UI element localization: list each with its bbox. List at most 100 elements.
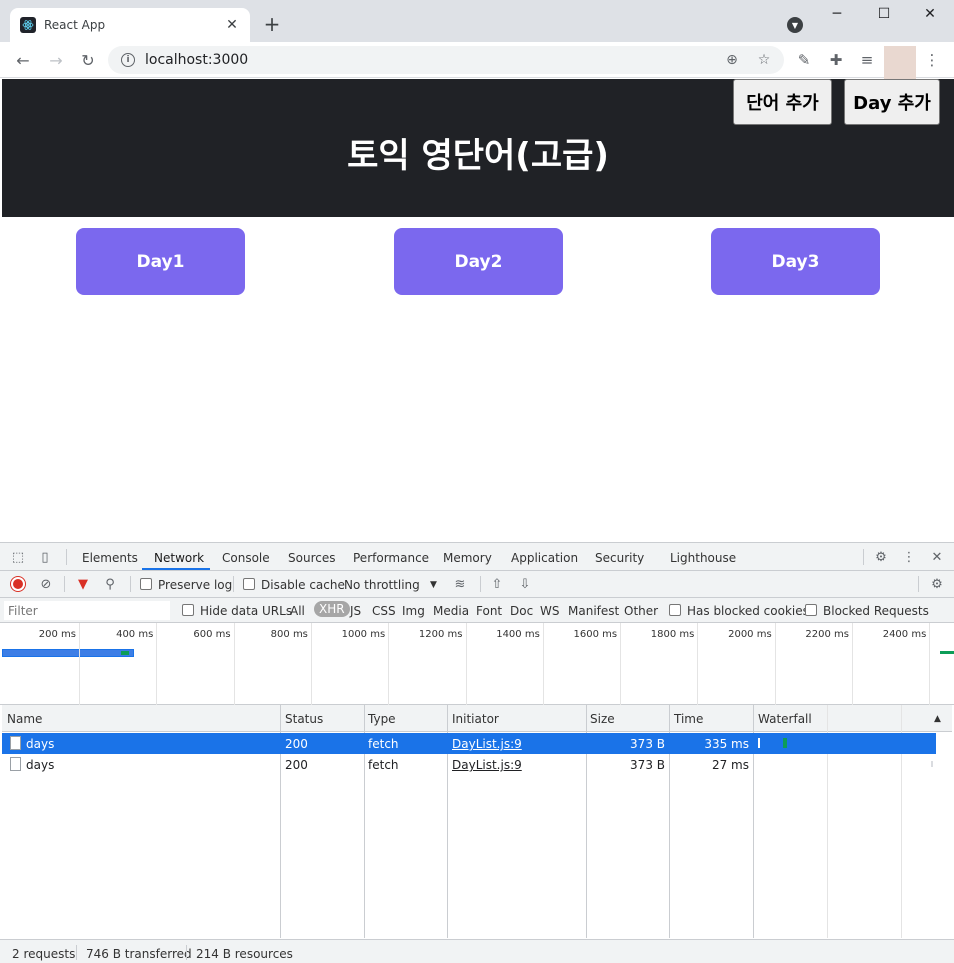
divider xyxy=(76,945,77,960)
overview-request-bar xyxy=(940,651,954,654)
tab-close-icon[interactable]: ✕ xyxy=(224,17,240,33)
new-tab-button[interactable]: + xyxy=(262,14,282,34)
tab-application[interactable]: Application xyxy=(511,551,578,565)
device-toolbar-icon[interactable]: ▯ xyxy=(37,549,53,565)
more-options-icon[interactable]: ⋮ xyxy=(901,549,917,565)
hide-data-urls-checkbox[interactable] xyxy=(182,604,194,616)
info-icon[interactable]: i xyxy=(121,53,135,67)
url-text[interactable]: localhost:3000 xyxy=(145,52,248,68)
search-icon[interactable]: ⚲ xyxy=(102,576,118,592)
browser-toolbar: ← → ↻ i localhost:3000 ⊕ ☆ ✎ ✚ ≡ ⋮ xyxy=(0,42,954,80)
blocked-requests-checkbox[interactable] xyxy=(805,604,817,616)
sort-arrow-icon[interactable]: ▲ xyxy=(934,714,941,724)
blocked-cookies-checkbox[interactable] xyxy=(669,604,681,616)
column-size[interactable]: Size xyxy=(590,712,615,726)
address-bar[interactable]: i localhost:3000 ⊕ ☆ xyxy=(108,46,784,74)
column-time[interactable]: Time xyxy=(674,712,703,726)
tab-elements[interactable]: Elements xyxy=(82,551,138,565)
table-row[interactable]: days 200 fetch DayList.js:9 373 B 27 ms xyxy=(2,754,936,775)
reload-icon[interactable]: ↻ xyxy=(77,49,99,71)
menu-kebab-icon[interactable]: ⋮ xyxy=(922,50,942,70)
column-status[interactable]: Status xyxy=(285,712,323,726)
filter-funnel-icon[interactable]: ▼ xyxy=(75,576,91,592)
blocked-requests-label: Blocked Requests xyxy=(823,604,929,618)
request-initiator-link[interactable]: DayList.js:9 xyxy=(452,737,522,751)
hide-data-urls-label: Hide data URLs xyxy=(200,604,293,618)
type-filter-other[interactable]: Other xyxy=(624,604,658,618)
timeline-tick-label: 1600 ms xyxy=(573,629,618,640)
day-link-1[interactable]: Day1 xyxy=(76,228,245,295)
close-window-button[interactable]: ✕ xyxy=(920,6,940,24)
tab-memory[interactable]: Memory xyxy=(443,551,492,565)
request-name: days xyxy=(26,758,55,772)
resources-size: 214 B resources xyxy=(196,947,293,961)
network-conditions-icon[interactable]: ≋ xyxy=(452,576,468,592)
throttling-select[interactable]: No throttling xyxy=(344,578,420,592)
settings-gear-icon[interactable]: ⚙ xyxy=(873,549,889,565)
add-day-button[interactable]: Day 추가 xyxy=(844,79,940,125)
request-name: days xyxy=(26,737,55,751)
clear-icon[interactable]: ⊘ xyxy=(38,576,54,592)
record-icon[interactable] xyxy=(11,577,25,591)
close-devtools-icon[interactable]: ✕ xyxy=(929,549,945,565)
chevron-down-icon[interactable]: ▼ xyxy=(430,580,437,590)
day-link-2[interactable]: Day2 xyxy=(394,228,563,295)
tab-console[interactable]: Console xyxy=(222,551,270,565)
tab-performance[interactable]: Performance xyxy=(353,551,429,565)
timeline-tick-label: 800 ms xyxy=(270,629,308,640)
table-header: Name Status Type Initiator Size Time Wat… xyxy=(2,705,952,732)
timeline-tick-label: 1400 ms xyxy=(496,629,540,640)
export-har-icon[interactable]: ⇩ xyxy=(517,576,533,592)
page-viewport: 토익 영단어(고급) 단어 추가 Day 추가 Day1 Day2 Day3 xyxy=(2,79,954,542)
browser-tab[interactable]: React App ✕ xyxy=(10,8,250,42)
timeline-gridline xyxy=(697,623,699,705)
type-filter-img[interactable]: Img xyxy=(402,604,425,618)
zoom-icon[interactable]: ⊕ xyxy=(724,52,740,68)
type-filter-css[interactable]: CSS xyxy=(372,604,396,618)
tab-sources[interactable]: Sources xyxy=(288,551,335,565)
tab-security[interactable]: Security xyxy=(595,551,644,565)
tab-network[interactable]: Network xyxy=(154,551,204,565)
minimize-button[interactable]: ─ xyxy=(827,6,847,24)
request-initiator-link[interactable]: DayList.js:9 xyxy=(452,758,522,772)
column-initiator[interactable]: Initiator xyxy=(452,712,499,726)
type-filter-ws[interactable]: WS xyxy=(540,604,559,618)
back-icon[interactable]: ← xyxy=(12,49,34,71)
disable-cache-checkbox[interactable] xyxy=(243,578,255,590)
filter-input[interactable]: Filter xyxy=(4,601,170,620)
day-link-3[interactable]: Day3 xyxy=(711,228,880,295)
column-waterfall[interactable]: Waterfall xyxy=(758,712,812,726)
timeline-overview[interactable]: 200 ms 400 ms 600 ms 800 ms 1000 ms 1200 ms 14… xyxy=(0,623,954,705)
column-name[interactable]: Name xyxy=(7,712,42,726)
forward-icon[interactable]: → xyxy=(45,49,67,71)
extensions-puzzle-icon[interactable]: ✚ xyxy=(826,50,846,70)
profile-avatar[interactable] xyxy=(884,46,916,80)
eyedropper-extension-icon[interactable]: ✎ xyxy=(794,50,814,70)
filter-bar: Filter Hide data URLs All XHR JS CSS Img… xyxy=(0,598,954,623)
type-filter-doc[interactable]: Doc xyxy=(510,604,533,618)
add-word-button[interactable]: 단어 추가 xyxy=(733,79,832,125)
import-har-icon[interactable]: ⇧ xyxy=(489,576,505,592)
preserve-log-label: Preserve log xyxy=(158,578,233,592)
column-type[interactable]: Type xyxy=(368,712,396,726)
request-status: 200 xyxy=(285,758,308,772)
type-filter-manifest[interactable]: Manifest xyxy=(568,604,619,618)
type-filter-xhr[interactable]: XHR xyxy=(314,601,350,617)
app-header: 토익 영단어(고급) 단어 추가 Day 추가 xyxy=(2,79,954,217)
network-settings-gear-icon[interactable]: ⚙ xyxy=(929,576,945,592)
media-control-icon[interactable]: ≡ xyxy=(857,50,877,70)
type-filter-font[interactable]: Font xyxy=(476,604,502,618)
type-filter-js[interactable]: JS xyxy=(350,604,361,618)
timeline-gridline xyxy=(388,623,390,705)
table-row[interactable]: days 200 fetch DayList.js:9 373 B 335 ms xyxy=(2,733,936,754)
tab-search-icon[interactable]: ▼ xyxy=(787,17,803,33)
type-filter-media[interactable]: Media xyxy=(433,604,469,618)
maximize-button[interactable]: ☐ xyxy=(874,6,894,24)
timeline-gridline xyxy=(774,623,776,705)
timeline-gridline xyxy=(465,623,467,705)
bookmark-star-icon[interactable]: ☆ xyxy=(756,52,772,68)
tab-lighthouse[interactable]: Lighthouse xyxy=(670,551,736,565)
inspect-element-icon[interactable]: ⬚ xyxy=(10,549,26,565)
type-filter-all[interactable]: All xyxy=(290,604,305,618)
preserve-log-checkbox[interactable] xyxy=(140,578,152,590)
